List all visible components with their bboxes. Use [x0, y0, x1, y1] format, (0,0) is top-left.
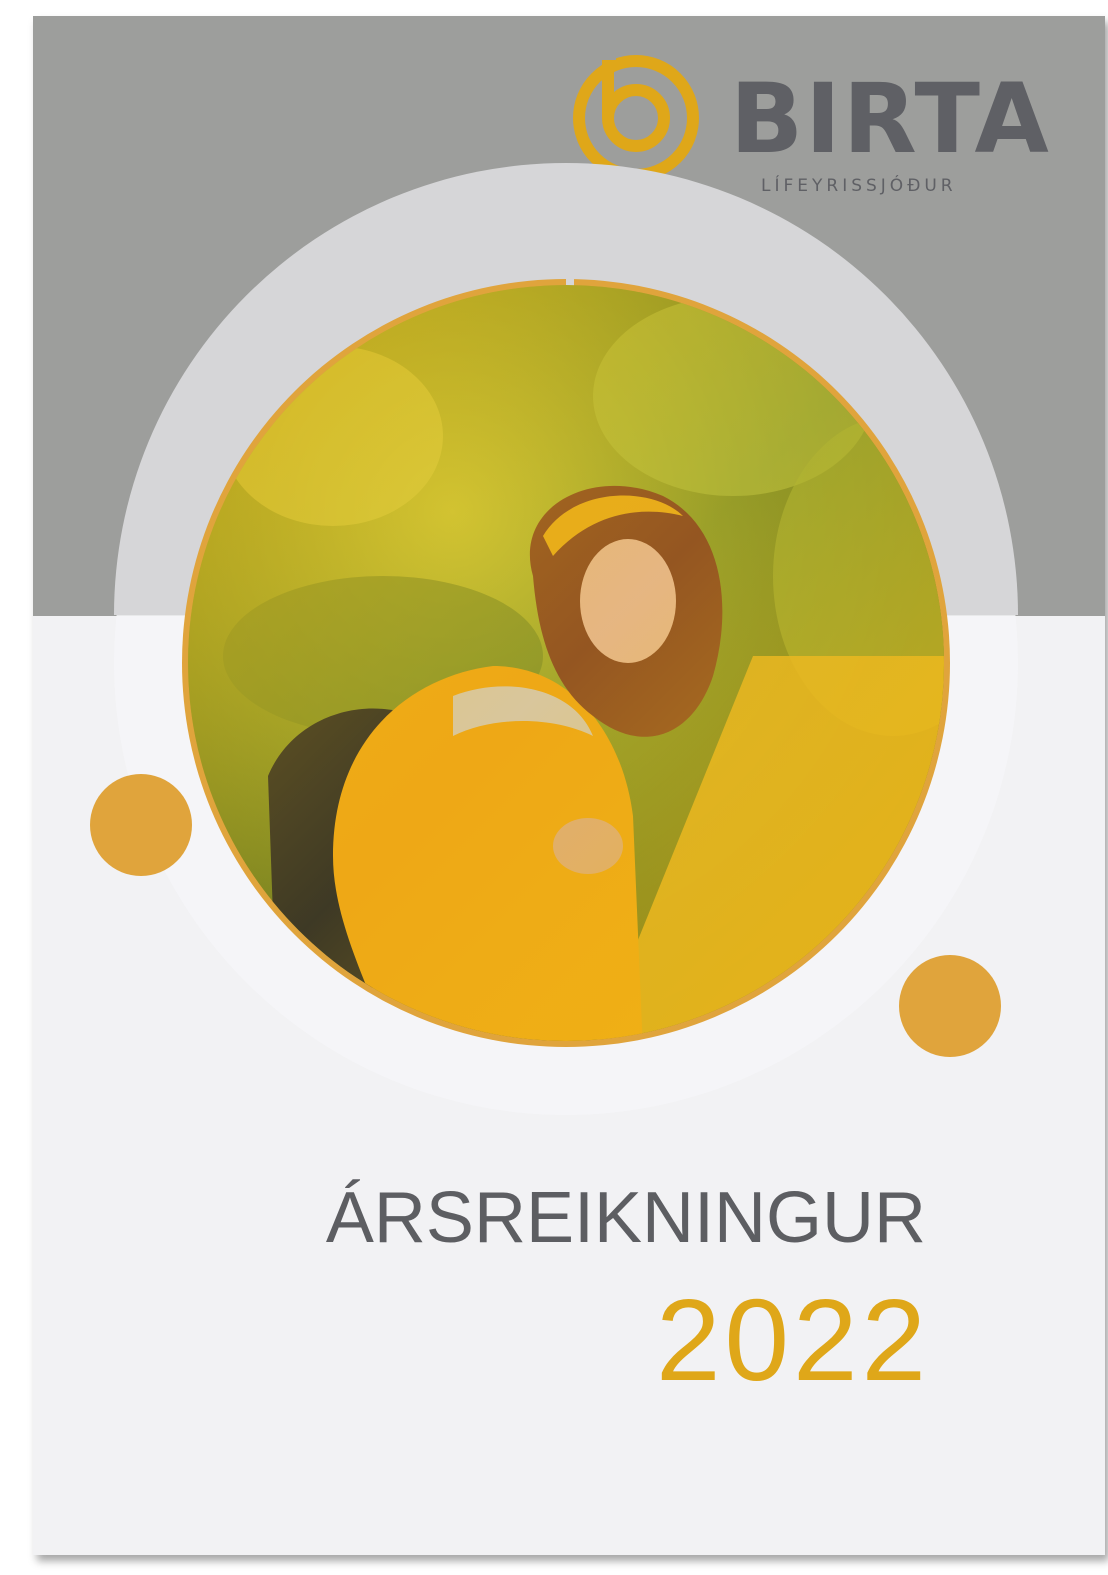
- accent-dot-left: [90, 774, 192, 876]
- accent-dot-right: [899, 955, 1001, 1057]
- report-year: 2022: [655, 1275, 930, 1405]
- cover-page: BIRTA LÍFEYRISSJÓÐUR ÁRSREIKNINGUR 2022: [33, 16, 1105, 1555]
- orange-ring-notch: [566, 271, 574, 287]
- report-title: ÁRSREIKNINGUR: [325, 1178, 926, 1258]
